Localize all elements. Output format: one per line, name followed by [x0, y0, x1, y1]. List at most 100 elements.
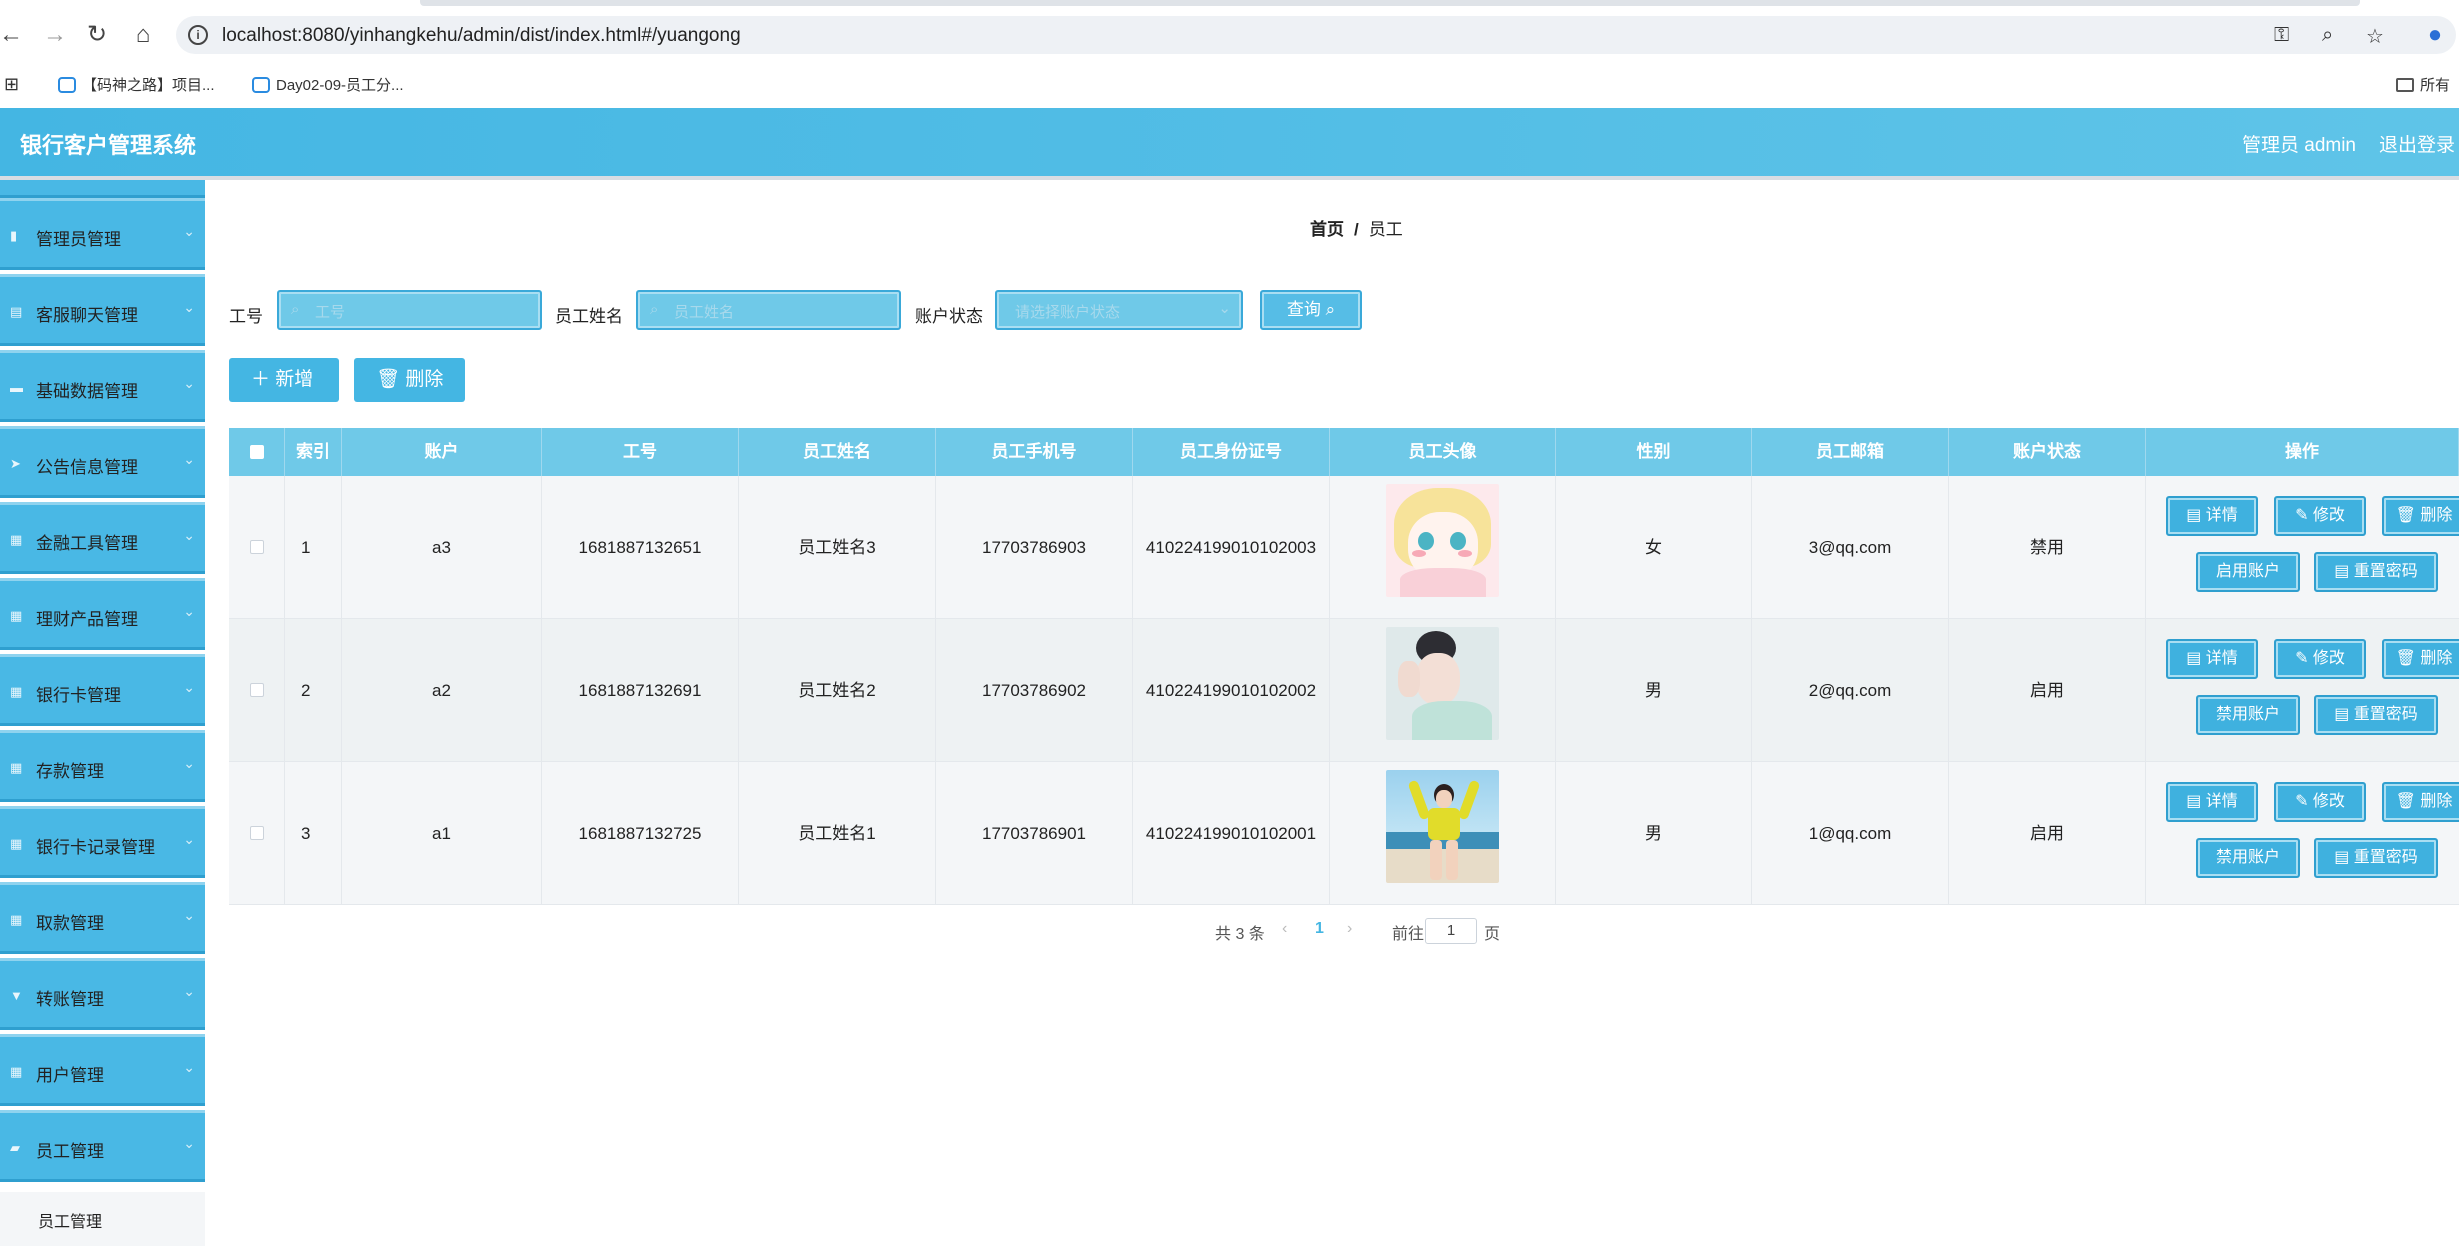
row-delete-button-label: 删除 — [2420, 793, 2453, 810]
cell-name: 员工姓名2 — [739, 619, 936, 762]
emp-no-input[interactable]: ⌕ 工号 — [277, 290, 542, 330]
query-button[interactable]: 查询 ⌕ — [1260, 290, 1362, 330]
emp-name-input[interactable]: ⌕ 员工姓名 — [636, 290, 901, 330]
sidebar-item-label: 员工管理 — [36, 1142, 104, 1161]
sidebar-subitem-employee[interactable]: 员工管理 — [0, 1192, 205, 1246]
sidebar-item[interactable]: ▼ 转账管理 ⌄ — [0, 958, 205, 1030]
pencil-icon: ✎ — [2295, 793, 2313, 810]
cell-email: 1@qq.com — [1752, 762, 1949, 905]
toggle-account-button-label: 启用账户 — [2215, 563, 2280, 580]
bookmark-item[interactable]: 【码神之路】项目... — [58, 74, 215, 95]
reset-password-button[interactable]: ▤ 重置密码 — [2314, 552, 2438, 592]
sidebar-item-label: 转账管理 — [36, 990, 104, 1009]
delete-button[interactable]: 🗑 删除 — [354, 358, 465, 402]
url-text[interactable]: localhost:8080/yinhangkehu/admin/dist/in… — [222, 25, 741, 47]
star-icon[interactable]: ☆ — [2366, 24, 2384, 49]
edit-button[interactable]: ✎ 修改 — [2274, 639, 2366, 679]
chevron-down-icon: ⌄ — [183, 299, 195, 315]
reset-password-button[interactable]: ▤ 重置密码 — [2314, 838, 2438, 878]
profile-icon[interactable]: ● — [2420, 20, 2450, 50]
sidebar-item[interactable]: ▰ 员工管理 ⌄ — [0, 1110, 205, 1182]
bookmark-item[interactable]: Day02-09-员工分... — [252, 74, 404, 95]
employee-avatar-image[interactable] — [1386, 484, 1499, 597]
employee-avatar-image[interactable] — [1386, 770, 1499, 883]
sidebar-item[interactable]: ▦ 存款管理 ⌄ — [0, 730, 205, 802]
row-delete-button[interactable]: 🗑 删除 — [2382, 639, 2459, 679]
detail-button[interactable]: ▤ 详情 — [2166, 496, 2258, 536]
sidebar-item[interactable]: ▦ 银行卡记录管理 ⌄ — [0, 806, 205, 878]
detail-button[interactable]: ▤ 详情 — [2166, 782, 2258, 822]
sidebar-item[interactable]: ▦ 金融工具管理 ⌄ — [0, 502, 205, 574]
reset-password-button-label: 重置密码 — [2353, 706, 2418, 723]
row-delete-button[interactable]: 🗑 删除 — [2382, 782, 2459, 822]
sidebar-item[interactable]: ▦ 取款管理 ⌄ — [0, 882, 205, 954]
sidebar-item[interactable]: ▮ 管理员管理 ⌄ — [0, 198, 205, 270]
column-header: 员工头像 — [1330, 428, 1556, 476]
sidebar-item[interactable]: ▦ 银行卡管理 ⌄ — [0, 654, 205, 726]
detail-button-label: 详情 — [2205, 650, 2238, 667]
chevron-down-icon: ⌄ — [183, 223, 195, 239]
back-icon[interactable]: ← — [0, 20, 26, 50]
cell-emp-no: 1681887132651 — [542, 476, 739, 619]
cell-index: 1 — [285, 476, 342, 619]
row-delete-button[interactable]: 🗑 删除 — [2382, 496, 2459, 536]
cell-index: 3 — [285, 762, 342, 905]
row-checkbox[interactable] — [250, 826, 264, 840]
address-bar[interactable]: i localhost:8080/yinhangkehu/admin/dist/… — [176, 16, 2456, 54]
grid-icon: ▦ — [10, 1064, 23, 1079]
trash-icon: 🗑 — [2395, 650, 2421, 667]
edit-button[interactable]: ✎ 修改 — [2274, 496, 2366, 536]
forward-icon[interactable]: → — [40, 20, 70, 50]
detail-button-label: 详情 — [2205, 793, 2238, 810]
employee-avatar-image[interactable] — [1386, 627, 1499, 740]
logout-link[interactable]: 退出登录 — [2379, 130, 2455, 157]
add-button[interactable]: ＋ 新增 — [229, 358, 339, 402]
row-checkbox[interactable] — [250, 540, 264, 554]
goto-page-input[interactable]: 1 — [1425, 918, 1477, 944]
cell-name: 员工姓名3 — [739, 476, 936, 619]
column-header: 员工身份证号 — [1133, 428, 1330, 476]
zoom-icon[interactable]: ⌕ — [2322, 24, 2333, 47]
apps-icon[interactable]: ⊞ — [4, 74, 19, 95]
home-icon[interactable]: ⌂ — [128, 20, 158, 50]
key-icon[interactable]: ⚿ — [2274, 24, 2289, 47]
account-status-select[interactable]: 请选择账户状态 ⌄ — [995, 290, 1243, 330]
toggle-account-button[interactable]: 禁用账户 — [2196, 695, 2300, 735]
column-header: 员工邮箱 — [1752, 428, 1949, 476]
all-bookmarks[interactable]: 所有 — [2396, 74, 2450, 95]
chevron-down-icon: ⌄ — [183, 1059, 195, 1075]
send-icon: ➤ — [10, 456, 21, 471]
breadcrumb-home[interactable]: 首页 — [1310, 220, 1344, 239]
detail-button[interactable]: ▤ 详情 — [2166, 639, 2258, 679]
sidebar-item[interactable]: ▦ 理财产品管理 ⌄ — [0, 578, 205, 650]
toggle-account-button[interactable]: 启用账户 — [2196, 552, 2300, 592]
sidebar-item-label: 管理员管理 — [36, 230, 121, 249]
row-checkbox-cell — [229, 619, 285, 762]
site-info-icon[interactable]: i — [188, 25, 208, 45]
sidebar-item[interactable]: ▬ 基础数据管理 ⌄ — [0, 350, 205, 422]
prev-page-icon[interactable]: ‹ — [1282, 920, 1287, 938]
all-bookmarks-label: 所有 — [2420, 77, 2451, 94]
reload-icon[interactable]: ↻ — [82, 20, 112, 50]
edit-button[interactable]: ✎ 修改 — [2274, 782, 2366, 822]
page-current[interactable]: 1 — [1315, 920, 1324, 938]
table-row: 1 a3 1681887132651 员工姓名3 17703786903 41022419… — [229, 476, 2459, 619]
grid-icon: ▦ — [10, 608, 23, 623]
column-header: 账户状态 — [1949, 428, 2146, 476]
reset-password-button[interactable]: ▤ 重置密码 — [2314, 695, 2438, 735]
select-all-checkbox[interactable] — [250, 445, 264, 459]
toggle-account-button[interactable]: 禁用账户 — [2196, 838, 2300, 878]
admin-user-label[interactable]: 管理员 admin — [2242, 130, 2356, 157]
sidebar-item[interactable]: ▦ 用户管理 ⌄ — [0, 1034, 205, 1106]
document-icon: ▤ — [2186, 507, 2206, 524]
cell-account: a3 — [342, 476, 542, 619]
next-page-icon[interactable]: › — [1347, 920, 1352, 938]
query-label: 查询 — [1286, 300, 1321, 319]
tab-strip — [420, 0, 2360, 6]
sidebar-item[interactable]: ▤ 客服聊天管理 ⌄ — [0, 274, 205, 346]
column-header: 员工手机号 — [936, 428, 1133, 476]
sidebar-item[interactable]: ➤ 公告信息管理 ⌄ — [0, 426, 205, 498]
trash-icon: 🗑 — [2395, 793, 2421, 810]
row-checkbox[interactable] — [250, 683, 264, 697]
cell-status: 禁用 — [1949, 476, 2146, 619]
